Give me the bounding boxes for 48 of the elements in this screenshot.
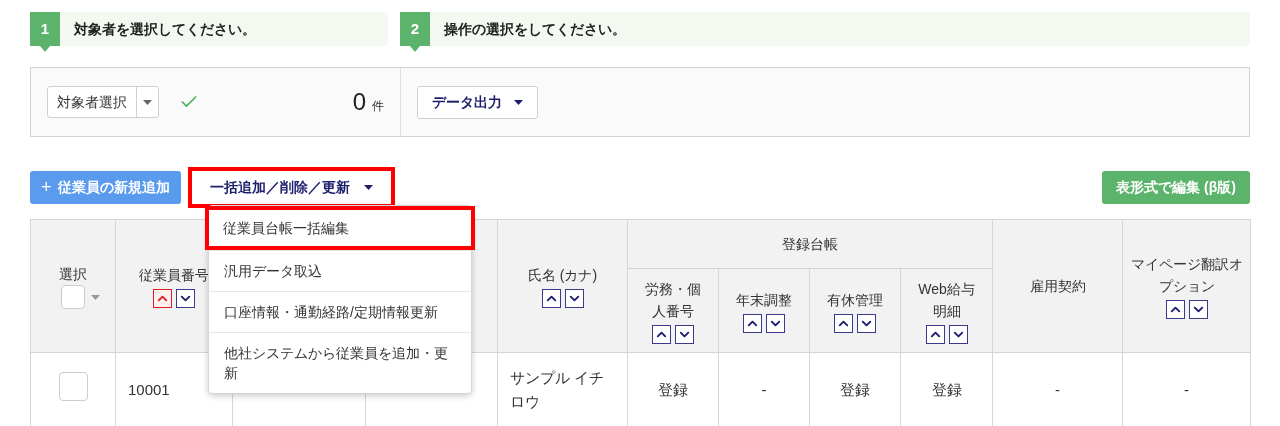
sort-ascending-button[interactable]	[834, 313, 853, 333]
bulk-edit-dropdown-button[interactable]: 一括追加／削除／更新	[187, 166, 395, 208]
column-header: 年末調整	[736, 290, 792, 310]
caret-icon	[363, 184, 373, 190]
sort-ascending-button[interactable]	[541, 289, 561, 308]
select-all-checkbox[interactable]	[60, 285, 85, 309]
sort-ascending-button[interactable]	[925, 324, 945, 344]
table-cell: 登録	[931, 380, 962, 398]
column-header: 選択	[59, 265, 87, 284]
step-text: 操作の選択をしてください。	[444, 19, 626, 39]
table-cell: 登録	[658, 380, 688, 398]
sort-descending-button[interactable]	[176, 289, 195, 308]
sort-ascending-button[interactable]	[652, 324, 671, 344]
menu-item[interactable]: 汎用データ取込	[209, 250, 471, 291]
sort-ascending-button[interactable]	[743, 313, 762, 333]
sort-descending-button[interactable]	[857, 313, 876, 333]
caret-icon	[514, 99, 523, 105]
sort-descending-button[interactable]	[948, 324, 968, 344]
table-cell: 10001	[128, 380, 170, 398]
menu-item[interactable]: 従業員台帳一括編集	[205, 206, 475, 250]
column-header: Web給与明細	[917, 279, 976, 321]
sort-descending-button[interactable]	[564, 289, 584, 308]
step-text: 対象者を選択してください。	[74, 19, 256, 39]
table-cell: サンプル イチロウ	[510, 368, 605, 410]
count-unit: 件	[372, 98, 384, 115]
column-header: 有休管理	[827, 290, 883, 310]
caret-icon	[90, 294, 100, 300]
column-header: 従業員番号	[139, 266, 209, 285]
data-output-button[interactable]: データ出力	[417, 85, 538, 119]
target-select[interactable]: 対象者選択	[47, 86, 159, 118]
count-value: 0	[352, 87, 366, 117]
caret-icon	[143, 99, 152, 105]
menu-item[interactable]: 口座情報・通勤経路/定期情報更新	[209, 291, 471, 332]
column-header: 雇用契約	[1029, 277, 1086, 296]
table-cell: -	[761, 380, 767, 398]
sort-descending-button[interactable]	[1188, 300, 1208, 319]
sort-ascending-button[interactable]	[1165, 300, 1185, 319]
column-group-header: 登録台帳	[782, 235, 838, 252]
sort-descending-button[interactable]	[766, 313, 785, 333]
table-cell: 登録	[840, 380, 870, 398]
sort-descending-button[interactable]	[675, 324, 694, 344]
table-cell: -	[1184, 380, 1189, 398]
row-checkbox[interactable]	[58, 372, 88, 401]
column-header: 労務・個人番号	[644, 279, 702, 321]
table-cell: -	[1055, 380, 1060, 398]
column-header: 氏名 (カナ)	[527, 266, 598, 285]
column-header: マイページ翻訳オプション	[1129, 255, 1244, 296]
menu-item[interactable]: 他社システムから従業員を追加・更新	[209, 332, 471, 393]
